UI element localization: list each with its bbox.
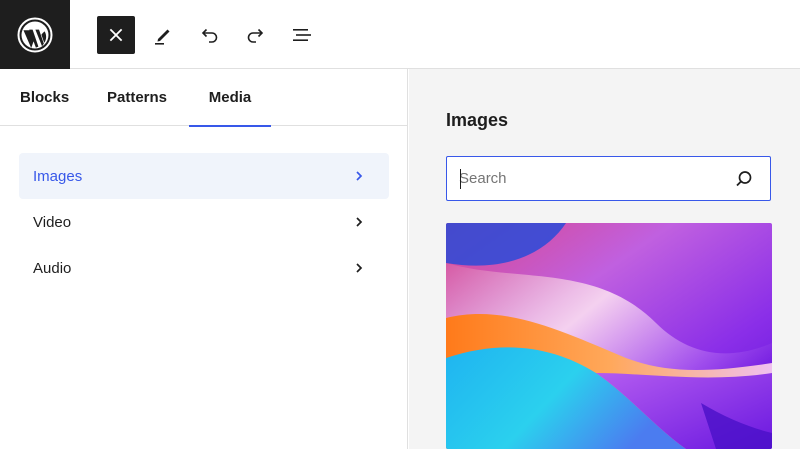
redo-button[interactable] bbox=[237, 16, 275, 54]
search-icon[interactable] bbox=[734, 169, 754, 189]
media-image-thumbnail[interactable] bbox=[446, 223, 772, 449]
redo-icon bbox=[247, 28, 264, 43]
category-item-video[interactable]: Video bbox=[19, 199, 389, 245]
category-label: Audio bbox=[33, 259, 72, 277]
undo-icon bbox=[201, 28, 218, 43]
editor-header bbox=[0, 0, 800, 69]
undo-button[interactable] bbox=[190, 16, 228, 54]
tab-media[interactable]: Media bbox=[189, 69, 271, 127]
text-caret bbox=[460, 169, 461, 189]
document-overview-button[interactable] bbox=[283, 16, 321, 54]
inserter-panel: Blocks Patterns Media Images Video Audio bbox=[0, 69, 408, 449]
tab-blocks[interactable]: Blocks bbox=[20, 69, 69, 126]
chevron-right-icon bbox=[356, 171, 363, 181]
tab-patterns[interactable]: Patterns bbox=[107, 69, 167, 126]
wordpress-logo-button[interactable] bbox=[0, 0, 70, 69]
chevron-right-icon bbox=[356, 217, 363, 227]
chevron-right-icon bbox=[356, 263, 363, 273]
wordpress-logo-icon bbox=[17, 17, 53, 52]
category-label: Images bbox=[33, 167, 83, 185]
category-label: Video bbox=[33, 213, 72, 231]
close-icon bbox=[109, 28, 123, 42]
inserter-tabs: Blocks Patterns Media bbox=[0, 69, 407, 127]
category-item-images[interactable]: Images bbox=[19, 153, 389, 199]
media-category-list: Images Video Audio bbox=[19, 153, 389, 291]
media-search-input[interactable] bbox=[459, 158, 729, 199]
list-view-icon bbox=[293, 29, 311, 41]
media-panel-title: Images bbox=[446, 110, 509, 130]
media-search-box[interactable] bbox=[446, 156, 771, 201]
abstract-gradient-image bbox=[446, 223, 772, 449]
close-inserter-button[interactable] bbox=[97, 16, 135, 54]
media-panel: Images bbox=[409, 69, 800, 449]
pencil-icon bbox=[155, 29, 170, 45]
category-item-audio[interactable]: Audio bbox=[19, 245, 389, 291]
tools-button[interactable] bbox=[144, 16, 182, 54]
